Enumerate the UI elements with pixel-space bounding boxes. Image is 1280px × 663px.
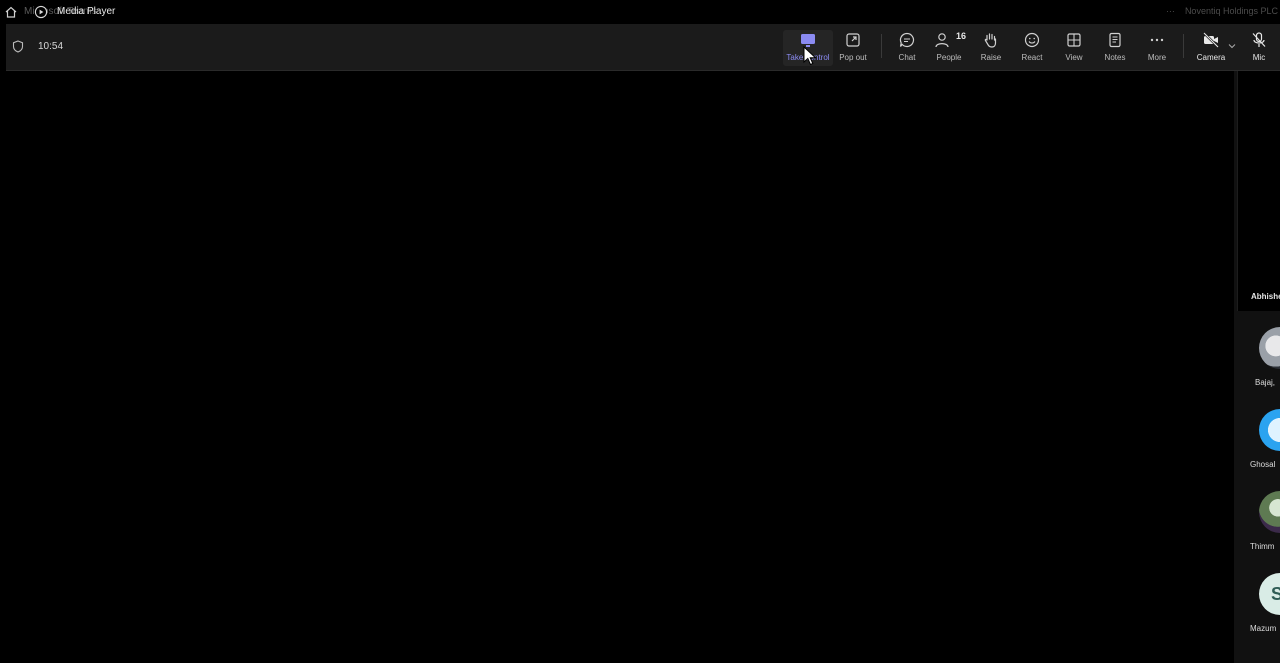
participant-name: Thimm (1250, 542, 1275, 551)
participant-tile[interactable]: Thimm (1234, 491, 1280, 571)
titlebar-more-icon[interactable]: ··· (1166, 6, 1175, 16)
avatar: S (1259, 573, 1280, 615)
meeting-timer: 10:54 (38, 41, 64, 52)
participant-tile[interactable]: Ghosal (1234, 409, 1280, 489)
avatar (1259, 409, 1280, 451)
avatar (1259, 491, 1280, 533)
organization-label: Noventiq Holdings PLC (1184, 6, 1278, 16)
people-icon (935, 33, 949, 48)
featured-participant-tile[interactable]: Abhishek (1237, 71, 1280, 311)
raise-label: Raise (980, 53, 1002, 62)
notes-icon (1109, 32, 1121, 48)
shared-screen-stage (0, 71, 1234, 663)
meeting-toolbar: 10:54 Take control Pop out Chat 16 Peopl… (6, 24, 1280, 71)
react-label: React (1021, 53, 1043, 62)
ellipsis-icon (1150, 38, 1164, 42)
avatar-initial: S (1271, 583, 1280, 604)
grid-icon (1067, 33, 1081, 47)
shield-icon[interactable] (12, 40, 24, 53)
home-icon[interactable] (4, 5, 18, 19)
camera-off-icon (1203, 32, 1219, 48)
people-count-badge: 16 (956, 31, 967, 41)
meeting-window: Microsoft Teams Media Player ··· Noventiq… (0, 0, 1280, 663)
organization-name: ··· Noventiq Holdings PLC (1166, 6, 1278, 16)
pop-out-icon (846, 33, 860, 47)
smiley-icon (1024, 32, 1040, 48)
people-label: People (936, 53, 962, 62)
toolbar-divider-2 (1183, 34, 1184, 58)
pop-out-button[interactable]: Pop out (828, 30, 878, 66)
mic-label: Mic (1252, 53, 1266, 62)
notes-label: Notes (1104, 53, 1126, 62)
window-titlebar: Microsoft Teams Media Player ··· Noventiq… (0, 0, 1280, 24)
participant-name: Bajaj, (1255, 378, 1276, 387)
participant-rail: Abhishek Bajaj, Ghosal Thimm S Mazum (1234, 71, 1280, 663)
participant-tile[interactable]: S Mazum (1234, 573, 1280, 653)
mouse-cursor-icon (803, 46, 817, 66)
view-label: View (1065, 53, 1083, 62)
play-icon (34, 5, 48, 19)
participant-name: Ghosal (1250, 460, 1276, 469)
hand-icon (984, 33, 997, 48)
camera-label: Camera (1196, 53, 1226, 62)
chat-label: Chat (898, 53, 916, 62)
window-title: Media Player (57, 6, 116, 17)
pop-out-label: Pop out (839, 53, 867, 62)
mic-button[interactable]: Mic (1234, 30, 1280, 66)
chat-icon (899, 32, 915, 48)
featured-participant-name: Abhishek (1251, 292, 1280, 301)
mic-off-icon (1252, 32, 1266, 47)
avatar (1259, 327, 1280, 369)
participant-tile[interactable]: Bajaj, (1234, 327, 1280, 407)
more-button[interactable]: More (1132, 30, 1182, 66)
participant-name: Mazum (1250, 624, 1277, 633)
more-label: More (1147, 53, 1167, 62)
